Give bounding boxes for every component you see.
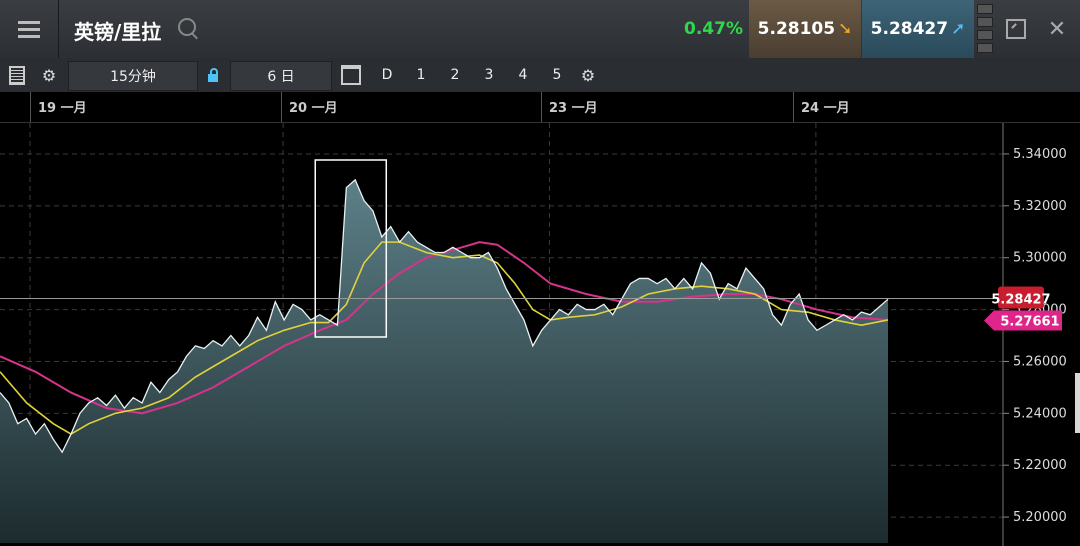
depth-strip xyxy=(977,4,993,54)
series-layer xyxy=(0,159,1003,543)
period-button-4[interactable]: 4 xyxy=(508,61,538,89)
menu-button[interactable] xyxy=(0,0,59,58)
period-button-3[interactable]: 3 xyxy=(474,61,504,89)
calendar-icon xyxy=(341,65,361,85)
y-tick-label: 5.24000 xyxy=(1013,406,1067,421)
price-area xyxy=(0,179,888,543)
sell-price-button[interactable]: 5.28105 ➘ xyxy=(749,0,861,58)
period-button-2[interactable]: 2 xyxy=(440,61,470,89)
change-percent: 0.47% xyxy=(684,19,743,39)
calendar-button[interactable] xyxy=(338,61,364,89)
arrow-down-icon: ➘ xyxy=(838,19,853,39)
period-button-1[interactable]: 1 xyxy=(406,61,436,89)
range-select[interactable]: 6 日 xyxy=(230,61,332,91)
chart-list-button[interactable] xyxy=(4,61,30,89)
document-icon xyxy=(9,65,25,85)
date-label: 20 一月 xyxy=(289,101,338,116)
instrument-title: 英镑/里拉 xyxy=(74,20,162,44)
chart-toolbar: ⚙ 15分钟 6 日 D 1 2 3 4 5 ⚙ xyxy=(0,58,1080,93)
gear-icon: ⚙ xyxy=(41,65,57,85)
y-tick-label: 5.22000 xyxy=(1013,458,1067,473)
price-chart[interactable]: 5.340005.320005.300005.280005.260005.240… xyxy=(0,123,1080,546)
period-settings-button[interactable]: ⚙ xyxy=(574,61,602,89)
y-tick-label: 5.26000 xyxy=(1013,354,1067,369)
gear-icon: ⚙ xyxy=(580,65,596,85)
arrow-up-icon: ➚ xyxy=(951,19,966,39)
date-separator xyxy=(793,92,794,122)
y-tick-label: 5.34000 xyxy=(1013,147,1067,162)
range-label: 6 日 xyxy=(267,69,295,85)
bid-price: 5.28105 xyxy=(757,19,836,39)
ma-price-tag-label: 5.27661 xyxy=(1000,314,1059,329)
last-price-tag-label: 5.28427 xyxy=(991,292,1050,307)
settings-button[interactable]: ⚙ xyxy=(36,61,62,89)
y-tick-label: 5.20000 xyxy=(1013,510,1067,525)
close-icon: ✕ xyxy=(1047,16,1067,42)
date-separator xyxy=(541,92,542,122)
buy-price-button[interactable]: 5.28427 ➚ xyxy=(862,0,974,58)
restore-icon xyxy=(1006,19,1026,39)
ask-price: 5.28427 xyxy=(870,19,949,39)
date-axis: 19 一月 20 一月 23 一月 24 一月 xyxy=(0,92,1080,123)
lock-button[interactable] xyxy=(200,61,226,89)
lock-icon xyxy=(208,68,218,82)
y-axis: 5.340005.320005.300005.280005.260005.240… xyxy=(1002,123,1067,546)
interval-label: 15分钟 xyxy=(110,69,156,85)
restore-button[interactable] xyxy=(997,0,1035,58)
date-separator xyxy=(30,92,31,122)
date-label: 19 一月 xyxy=(38,101,87,116)
period-button-5[interactable]: 5 xyxy=(542,61,572,89)
date-label: 23 一月 xyxy=(549,101,598,116)
hamburger-icon xyxy=(18,27,40,31)
date-separator xyxy=(281,92,282,122)
close-button[interactable]: ✕ xyxy=(1038,0,1076,58)
date-label: 24 一月 xyxy=(801,101,850,116)
search-icon[interactable] xyxy=(178,18,196,36)
y-tick-label: 5.32000 xyxy=(1013,199,1067,214)
interval-select[interactable]: 15分钟 xyxy=(68,61,198,91)
period-button-d[interactable]: D xyxy=(372,61,402,89)
y-tick-label: 5.30000 xyxy=(1013,251,1067,266)
top-bar: 英镑/里拉 0.47% 5.28105 ➘ 5.28427 ➚ ✕ xyxy=(0,0,1080,59)
scroll-handle xyxy=(1075,373,1080,433)
